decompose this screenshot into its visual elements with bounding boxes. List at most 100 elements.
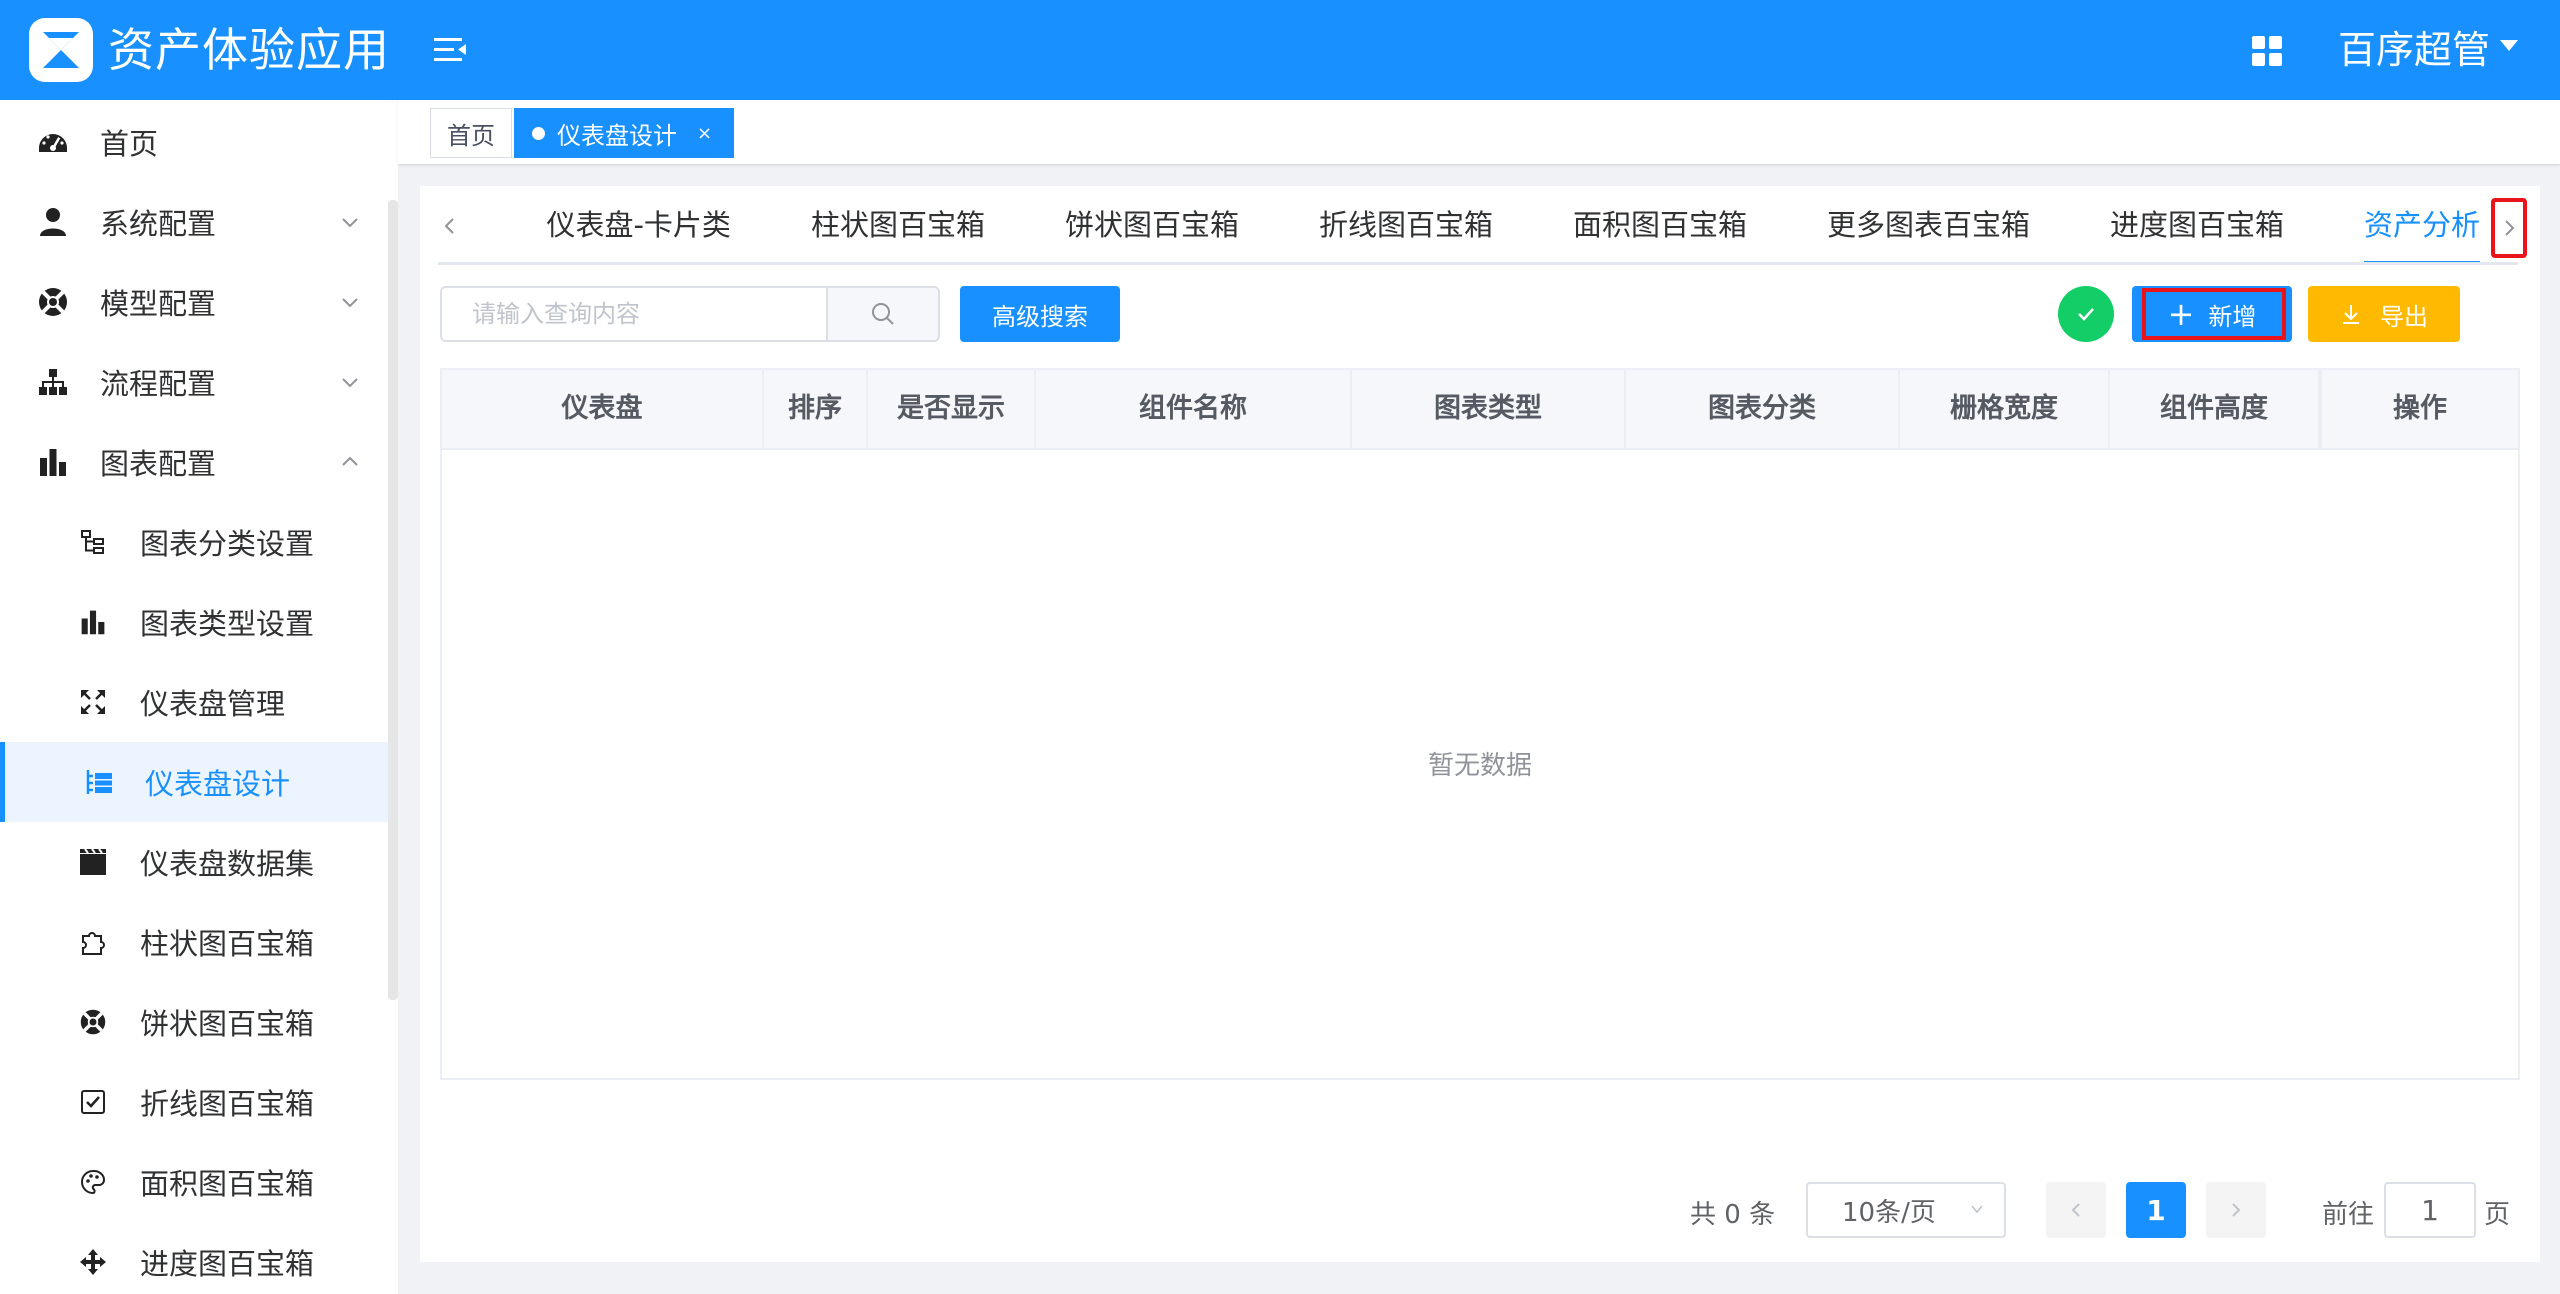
chart-tab[interactable]: 柱状图百宝箱 (771, 186, 1025, 264)
add-button[interactable]: + 新增 (2132, 286, 2292, 342)
menu-fold-icon[interactable] (430, 30, 470, 70)
column-header[interactable]: 排序 (764, 370, 868, 448)
search-box (440, 286, 940, 342)
sidebar-scrollbar[interactable] (388, 200, 398, 1000)
search-button[interactable] (826, 288, 938, 340)
tabs-next-button[interactable] (2491, 198, 2527, 258)
sidebar-subitem-area-toolbox[interactable]: 面积图百宝箱 (0, 1142, 388, 1222)
bar-chart-icon (76, 605, 110, 639)
export-button-label: 导出 (2380, 302, 2428, 331)
column-header[interactable]: 是否显示 (868, 370, 1036, 448)
sidebar-item-chart-config[interactable]: 图表配置 (0, 422, 388, 502)
sidebar-item-label: 柱状图百宝箱 (140, 927, 315, 961)
close-icon[interactable]: × (697, 123, 712, 144)
puzzle-icon (76, 925, 110, 959)
sidebar-item-label: 首页 (100, 127, 159, 161)
column-header[interactable]: 操作 (2322, 370, 2518, 448)
tags-view-bar: 首页 仪表盘设计 × (398, 100, 2560, 165)
bar-chart-icon (36, 445, 70, 479)
advanced-search-button[interactable]: 高级搜索 (960, 286, 1120, 342)
sidebar-item-model-config[interactable]: 模型配置 (0, 262, 388, 342)
column-header[interactable]: 图表类型 (1352, 370, 1626, 448)
dashboard-icon (36, 125, 70, 159)
sidebar-item-label: 进度图百宝箱 (140, 1247, 315, 1281)
chevron-right-icon (2232, 1203, 2241, 1217)
column-header[interactable]: 栅格宽度 (1900, 370, 2110, 448)
column-header[interactable]: 仪表盘 (442, 370, 764, 448)
checkbox-icon (76, 1085, 110, 1119)
user-name[interactable]: 百序超管 (2338, 22, 2490, 78)
sidebar-subitem-bar-toolbox[interactable]: 柱状图百宝箱 (0, 902, 388, 982)
list-icon (82, 765, 116, 799)
sidebar-item-label: 仪表盘管理 (140, 687, 286, 721)
chart-tab[interactable]: 饼状图百宝箱 (1025, 186, 1279, 264)
sidebar-subitem-dashboard-design[interactable]: 仪表盘设计 (0, 742, 388, 822)
sidebar-subitem-chart-category[interactable]: 图表分类设置 (0, 502, 388, 582)
chart-tab[interactable]: 资产分析 (2324, 186, 2486, 264)
column-header[interactable]: 图表分类 (1626, 370, 1900, 448)
empty-state-text: 暂无数据 (1427, 750, 1532, 781)
chart-tab[interactable]: 更多图表百宝箱 (1787, 186, 2070, 264)
apps-grid-icon[interactable] (2250, 34, 2284, 68)
confirm-button[interactable] (2058, 286, 2114, 342)
data-table: 仪表盘 排序 是否显示 组件名称 图表类型 图表分类 栅格宽度 组件高度 操作 … (440, 368, 2520, 1080)
sidebar-item-label: 折线图百宝箱 (140, 1087, 315, 1121)
sidebar-subitem-dashboard-dataset[interactable]: 仪表盘数据集 (0, 822, 388, 902)
sidebar: 首页 系统配置 模型配置 流程配置 图表配置 图表分类设置 图表类型设置 仪表盘… (0, 100, 398, 1294)
sidebar-subitem-progress-toolbox[interactable]: 进度图百宝箱 (0, 1222, 388, 1294)
main-card: 仪表盘-图表类仪表盘-卡片类柱状图百宝箱饼状图百宝箱折线图百宝箱面积图百宝箱更多… (420, 186, 2540, 1262)
chart-tab[interactable]: 进度图百宝箱 (2070, 186, 2324, 264)
sidebar-item-label: 仪表盘数据集 (140, 847, 315, 881)
chevron-left-icon (2071, 1203, 2080, 1217)
sidebar-item-system-config[interactable]: 系统配置 (0, 182, 388, 262)
sidebar-item-label: 仪表盘设计 (145, 767, 291, 801)
fullscreen-icon (76, 685, 110, 719)
column-header[interactable]: 组件高度 (2110, 370, 2322, 448)
page-suffix: 页 (2484, 1200, 2511, 1230)
chart-tab[interactable]: 仪表盘-图表类 (476, 186, 506, 264)
add-button-label: 新增 (2208, 302, 2257, 331)
chevron-down-icon (342, 218, 358, 228)
next-page-button[interactable] (2206, 1182, 2266, 1238)
page-number-current[interactable]: 1 (2126, 1182, 2186, 1238)
chart-tab[interactable]: 仪表盘-卡片类 (506, 186, 770, 264)
clapperboard-icon (76, 845, 110, 879)
sidebar-item-label: 系统配置 (100, 207, 217, 241)
goto-page-input[interactable] (2384, 1182, 2476, 1238)
sidebar-subitem-line-toolbox[interactable]: 折线图百宝箱 (0, 1062, 388, 1142)
active-dot-icon (532, 126, 545, 140)
check-icon (2078, 308, 2094, 321)
chart-tab[interactable]: 面积图百宝箱 (1533, 186, 1787, 264)
sidebar-item-label: 饼状图百宝箱 (140, 1007, 315, 1041)
chart-tab[interactable]: 折线图百宝箱 (1279, 186, 1533, 264)
tag-home[interactable]: 首页 (430, 108, 512, 158)
pagination-total: 共 0 条 (1690, 1200, 1776, 1230)
tag-dashboard-design[interactable]: 仪表盘设计 × (514, 108, 734, 158)
pagination: 共 0 条 10条/页 1 前往 页 (420, 1182, 2540, 1242)
sidebar-item-label: 模型配置 (100, 287, 217, 321)
sidebar-item-label: 流程配置 (100, 367, 217, 401)
lifebuoy-icon (76, 1005, 110, 1039)
sidebar-subitem-chart-type[interactable]: 图表类型设置 (0, 582, 388, 662)
chart-tabs: 仪表盘-图表类仪表盘-卡片类柱状图百宝箱饼状图百宝箱折线图百宝箱面积图百宝箱更多… (420, 186, 2540, 265)
sidebar-item-label: 图表配置 (100, 447, 217, 481)
sidebar-subitem-dashboard-manage[interactable]: 仪表盘管理 (0, 662, 388, 742)
app-title: 资产体验应用 (108, 23, 390, 77)
sidebar-item-home[interactable]: 首页 (0, 102, 388, 182)
sidebar-item-flow-config[interactable]: 流程配置 (0, 342, 388, 422)
sidebar-item-label: 图表分类设置 (140, 527, 315, 561)
goto-label: 前往 (2322, 1200, 2375, 1230)
tabs-track: 仪表盘-图表类仪表盘-卡片类柱状图百宝箱饼状图百宝箱折线图百宝箱面积图百宝箱更多… (476, 186, 2486, 264)
export-button[interactable]: 导出 (2308, 286, 2460, 342)
plus-icon: + (2167, 295, 2195, 333)
chevron-left-icon[interactable] (440, 216, 460, 236)
sidebar-item-label: 图表类型设置 (140, 607, 315, 641)
sidebar-item-label: 面积图百宝箱 (140, 1167, 315, 1201)
sidebar-subitem-pie-toolbox[interactable]: 饼状图百宝箱 (0, 982, 388, 1062)
chevron-down-icon (342, 378, 358, 388)
search-input[interactable] (442, 288, 826, 340)
page-size-select[interactable]: 10条/页 (1806, 1182, 2006, 1238)
prev-page-button[interactable] (2046, 1182, 2106, 1238)
user-dropdown-caret-icon[interactable] (2500, 40, 2518, 51)
column-header[interactable]: 组件名称 (1036, 370, 1352, 448)
